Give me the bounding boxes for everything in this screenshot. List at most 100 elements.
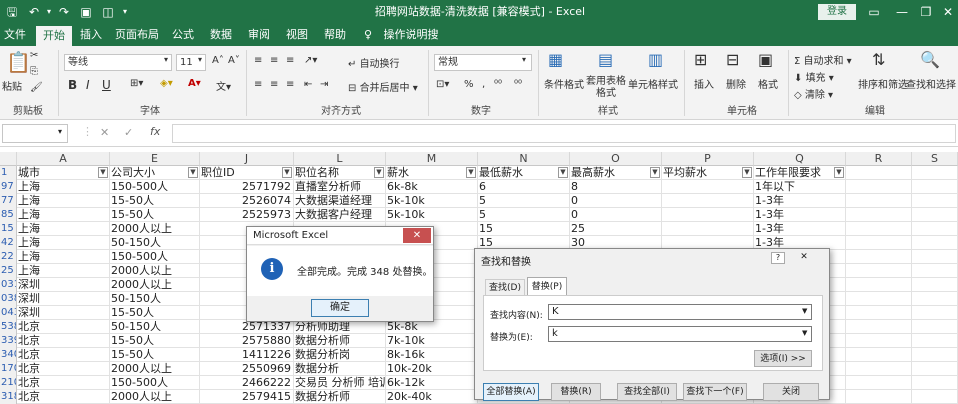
cell[interactable]: 2000人以上 [110, 278, 200, 292]
cell[interactable]: 1-3年 [754, 222, 846, 236]
login-button[interactable]: 登录 [818, 4, 856, 20]
replace-all-button[interactable]: 全部替换(A) [483, 383, 539, 401]
cell[interactable] [912, 306, 958, 320]
column-header-n[interactable]: N [478, 152, 570, 166]
cell[interactable] [846, 194, 912, 208]
cell[interactable]: 2571337 [200, 320, 294, 334]
copy-icon[interactable]: ⎘ [30, 66, 38, 77]
cell[interactable]: 2526074 [200, 194, 294, 208]
cell[interactable] [912, 362, 958, 376]
cell[interactable]: 6k-12k [386, 376, 478, 390]
column-header-q[interactable]: Q [754, 152, 846, 166]
sort-filter-button[interactable]: 排序和筛选 [858, 76, 908, 91]
save-icon[interactable]: 🖫 [4, 0, 20, 24]
tab-formulas[interactable]: 公式 [168, 24, 198, 46]
cell[interactable]: 上海 [17, 194, 110, 208]
comma-style-icon[interactable]: , [482, 79, 485, 90]
cell[interactable]: 上海 [17, 236, 110, 250]
cell[interactable]: 50-150人 [110, 320, 200, 334]
cut-icon[interactable]: ✂ [30, 50, 38, 61]
align-top-icon[interactable]: ≡ [254, 55, 262, 66]
print-preview-icon[interactable]: ▣ [78, 0, 94, 24]
close-dialog-button[interactable]: 关闭 [763, 383, 819, 401]
align-right-icon[interactable]: ≡ [286, 79, 294, 90]
filter-dropdown-icon[interactable]: ▼ [650, 167, 660, 178]
column-header-s[interactable]: S [912, 152, 958, 166]
bold-button[interactable]: B [68, 78, 77, 92]
cell[interactable] [846, 306, 912, 320]
insert-cells-icon[interactable]: ⊞ [694, 50, 707, 69]
paste-icon[interactable]: 📋 [6, 50, 31, 74]
replace-with-input[interactable]: k [548, 326, 812, 342]
cell[interactable]: 10k-20k [386, 362, 478, 376]
cell[interactable] [912, 264, 958, 278]
row-header[interactable]: 038 [0, 292, 17, 306]
format-cells-icon[interactable]: ▣ [758, 50, 773, 69]
cell[interactable] [846, 278, 912, 292]
row-header[interactable]: 170 [0, 362, 17, 376]
row-header[interactable]: 339 [0, 334, 17, 348]
tab-file[interactable]: 文件 [0, 24, 30, 46]
cell[interactable]: 上海 [17, 180, 110, 194]
options-button[interactable]: 选项(I) >> [754, 350, 812, 367]
cell[interactable]: 上海 [17, 250, 110, 264]
fill-color-icon[interactable]: ◈▾ [160, 78, 173, 89]
help-button[interactable]: ? [771, 252, 785, 264]
find-select-button[interactable]: 查找和选择 [906, 76, 956, 91]
undo-icon[interactable]: ↶ [26, 0, 42, 24]
cell[interactable]: 工作年限要求 [754, 166, 846, 180]
font-size-dropdown-icon[interactable]: ▾ [198, 55, 202, 64]
name-box-dropdown-icon[interactable]: ▾ [58, 127, 62, 136]
cell[interactable] [912, 236, 958, 250]
decrease-decimal-icon[interactable]: ⁰⁰ [514, 79, 522, 90]
cell[interactable]: 2525973 [200, 208, 294, 222]
row-header[interactable]: 031 [0, 278, 17, 292]
decrease-font-icon[interactable]: A˅ [228, 55, 240, 66]
row-header[interactable]: 318 [0, 390, 17, 404]
row-header[interactable]: 85 [0, 208, 17, 222]
cell[interactable]: 5 [478, 194, 570, 208]
cell[interactable] [846, 250, 912, 264]
cell[interactable]: 上海 [17, 264, 110, 278]
cell[interactable]: 职位ID [200, 166, 294, 180]
row-header[interactable]: 538 [0, 320, 17, 334]
cell[interactable]: 7k-10k [386, 334, 478, 348]
tab-home[interactable]: 开始 [36, 26, 72, 46]
increase-indent-icon[interactable]: ⇥ [320, 79, 328, 90]
redo-icon[interactable]: ↷ [56, 0, 72, 24]
cell[interactable] [912, 222, 958, 236]
cell[interactable] [912, 166, 958, 180]
find-all-button[interactable]: 查找全部(I) [617, 383, 677, 401]
tab-replace[interactable]: 替换(P) [527, 277, 567, 295]
phonetic-icon[interactable]: 文▾ [216, 78, 231, 93]
filter-dropdown-icon[interactable]: ▼ [98, 167, 108, 178]
cell[interactable] [846, 264, 912, 278]
filter-dropdown-icon[interactable]: ▼ [742, 167, 752, 178]
cell[interactable]: 1-3年 [754, 208, 846, 222]
increase-font-icon[interactable]: A˄ [212, 55, 224, 66]
cell[interactable] [662, 208, 754, 222]
format-as-table-icon[interactable]: ▤ [598, 50, 613, 69]
row-header[interactable]: 340 [0, 348, 17, 362]
cell[interactable]: 北京 [17, 376, 110, 390]
cell[interactable]: 5k-10k [386, 194, 478, 208]
cell[interactable]: 5 [478, 208, 570, 222]
number-format-select[interactable]: 常规 [434, 54, 532, 71]
cell[interactable] [912, 334, 958, 348]
close-button[interactable]: ✕ [934, 0, 958, 24]
cell[interactable]: 2000人以上 [110, 390, 200, 404]
cell[interactable]: 2000人以上 [110, 222, 200, 236]
paste-button[interactable]: 粘贴 [2, 78, 22, 93]
find-replace-close-icon[interactable]: ✕ [797, 252, 811, 264]
cell[interactable]: 数据分析 [294, 362, 386, 376]
merge-center-button[interactable]: ⊟ 合并后居中 ▾ [348, 79, 418, 94]
orientation-icon[interactable]: ↗▾ [304, 55, 317, 66]
cell[interactable]: 2579415 [200, 390, 294, 404]
insert-function-icon[interactable]: fx [150, 125, 160, 138]
row-header[interactable]: 15 [0, 222, 17, 236]
tab-review[interactable]: 审阅 [244, 24, 274, 46]
cell[interactable] [912, 194, 958, 208]
cell[interactable]: 北京 [17, 334, 110, 348]
replace-with-dropdown-icon[interactable]: ▼ [802, 329, 807, 337]
cell[interactable]: 北京 [17, 348, 110, 362]
